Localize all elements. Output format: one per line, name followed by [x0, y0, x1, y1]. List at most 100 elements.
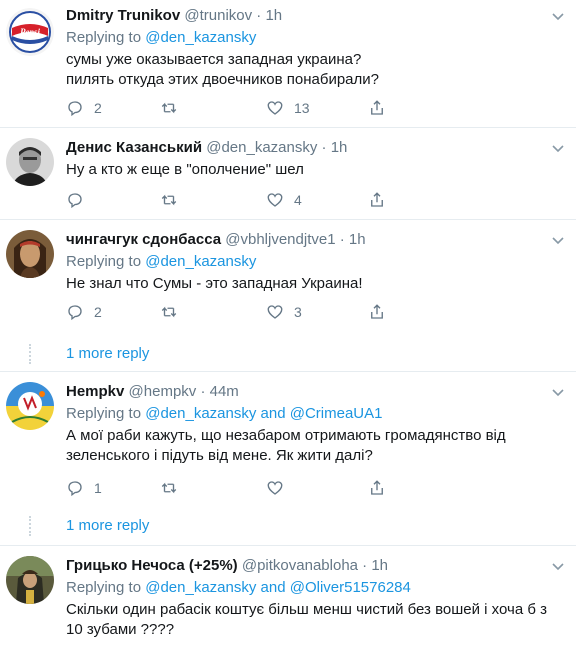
thread-connector [29, 516, 31, 536]
share-icon [371, 304, 383, 319]
replying-label: Replying to [66, 253, 142, 270]
share-icon [371, 480, 383, 495]
display-name[interactable]: Dmitry Trunikov [66, 7, 180, 24]
timestamp[interactable]: 44m [210, 383, 239, 400]
avatar[interactable] [6, 230, 54, 278]
user-handle[interactable]: @hempkv [129, 383, 197, 400]
retweet-button[interactable] [160, 190, 188, 210]
tweet-text-line: Не знал что Сумы - это западная Украина! [66, 275, 363, 292]
replying-label: Replying to [66, 579, 142, 596]
reply-icon [68, 305, 82, 321]
user-handle[interactable]: @vbhljvendjtve1 [225, 231, 335, 248]
mention-link[interactable]: @Oliver51576284 [290, 579, 411, 596]
reply-count: 1 [94, 480, 102, 496]
svg-text:Pepsi: Pepsi [20, 27, 40, 37]
mention-link[interactable]: @den_kazansky [145, 29, 256, 46]
share-button[interactable] [368, 190, 386, 210]
avatar[interactable] [6, 382, 54, 430]
timestamp[interactable]: 1h [349, 231, 366, 248]
like-count: 13 [294, 100, 310, 116]
thread-connector [29, 344, 31, 364]
tweet-actions: 2 3 [66, 302, 406, 322]
chevron-down-icon[interactable] [550, 558, 566, 574]
share-button[interactable] [368, 302, 386, 322]
tweet-actions: 4 [66, 190, 406, 210]
retweet-button[interactable] [160, 302, 188, 322]
separator-dot: · [339, 231, 345, 248]
timestamp[interactable]: 1h [331, 139, 348, 156]
tweet-text-line: Скільки один рабасік коштує більш менш ч… [66, 601, 547, 618]
heart-icon [267, 305, 283, 319]
avatar[interactable] [6, 138, 54, 186]
tweet-text: А мої раби кажуть, що незабаром отримают… [66, 426, 570, 466]
timestamp[interactable]: 1h [265, 7, 282, 24]
like-button[interactable]: 13 [266, 98, 310, 118]
reply-icon [68, 193, 82, 209]
replying-label: Replying to [66, 405, 142, 422]
tweet-actions: 1 [66, 478, 406, 498]
user-handle[interactable]: @trunikov [184, 7, 252, 24]
retweet-icon [161, 194, 177, 206]
tweet-text-line: пилять откуда этих двоечников понабирали… [66, 71, 379, 88]
reply-thread: Pepsi Dmitry Trunikov @trunikov · 1h Rep… [0, 0, 576, 649]
user-handle[interactable]: @pitkovanabloha [242, 557, 358, 574]
retweet-button[interactable] [160, 98, 188, 118]
reply-count: 2 [94, 100, 102, 116]
tweet-text: Не знал что Сумы - это западная Украина! [66, 274, 570, 294]
chevron-down-icon[interactable] [550, 8, 566, 24]
show-more-replies-link[interactable]: 1 more reply [66, 344, 149, 364]
mention-link[interactable]: @den_kazansky [145, 405, 256, 422]
tweet[interactable]: Hempkv @hempkv · 44m Replying to @den_ka… [0, 372, 576, 546]
tweet-actions: 2 13 [66, 98, 406, 118]
share-icon [371, 192, 383, 207]
tweet[interactable]: Грицько Нечоса (+25%) @pitkovanabloha · … [0, 546, 576, 649]
retweet-icon [161, 102, 177, 114]
reply-icon [68, 101, 82, 117]
tweet-text-line: 10 зубами ???? [66, 621, 175, 638]
separator-dot: · [200, 383, 206, 400]
display-name[interactable]: чингачгук сдонбасса [66, 231, 221, 248]
chevron-down-icon[interactable] [550, 384, 566, 400]
like-button[interactable] [266, 478, 294, 498]
retweet-button[interactable] [160, 478, 188, 498]
tweet-text: Ну а кто ж еще в "ополчение" шел [66, 160, 570, 180]
avatar[interactable]: Pepsi [6, 8, 54, 56]
like-button[interactable]: 4 [266, 190, 302, 210]
like-count: 3 [294, 304, 302, 320]
mention-link[interactable]: @CrimeaUA1 [290, 405, 383, 422]
reply-button[interactable] [66, 190, 94, 210]
share-button[interactable] [368, 478, 386, 498]
avatar[interactable] [6, 556, 54, 604]
tweet[interactable]: Денис Казанський @den_kazansky · 1h Ну а… [0, 128, 576, 220]
separator-dot: · [321, 139, 327, 156]
like-count: 4 [294, 192, 302, 208]
user-handle[interactable]: @den_kazansky [206, 139, 317, 156]
separator-dot: · [256, 7, 262, 24]
reply-icon [68, 481, 82, 497]
replying-and[interactable]: and [261, 405, 286, 422]
reply-button[interactable]: 2 [66, 302, 102, 322]
replying-and[interactable]: and [261, 579, 286, 596]
tweet-text-line: зеленського і підуть від мене. Як жити д… [66, 447, 373, 464]
chevron-down-icon[interactable] [550, 140, 566, 156]
display-name[interactable]: Грицько Нечоса (+25%) [66, 557, 238, 574]
share-button[interactable] [368, 98, 386, 118]
timestamp[interactable]: 1h [371, 557, 388, 574]
show-more-replies-link[interactable]: 1 more reply [66, 516, 149, 536]
heart-icon [267, 193, 283, 207]
share-icon [371, 100, 383, 115]
retweet-icon [161, 306, 177, 318]
reply-button[interactable]: 1 [66, 478, 102, 498]
mention-link[interactable]: @den_kazansky [145, 579, 256, 596]
like-button[interactable]: 3 [266, 302, 302, 322]
chevron-down-icon[interactable] [550, 232, 566, 248]
reply-button[interactable]: 2 [66, 98, 102, 118]
replying-label: Replying to [66, 29, 142, 46]
heart-icon [267, 101, 283, 115]
mention-link[interactable]: @den_kazansky [145, 253, 256, 270]
tweet[interactable]: Pepsi Dmitry Trunikov @trunikov · 1h Rep… [0, 0, 576, 128]
display-name[interactable]: Денис Казанський [66, 139, 202, 156]
tweet[interactable]: чингачгук сдонбасса @vbhljvendjtve1 · 1h… [0, 220, 576, 372]
tweet-text-line: сумы уже оказывается западная украина? [66, 51, 362, 68]
display-name[interactable]: Hempkv [66, 383, 124, 400]
